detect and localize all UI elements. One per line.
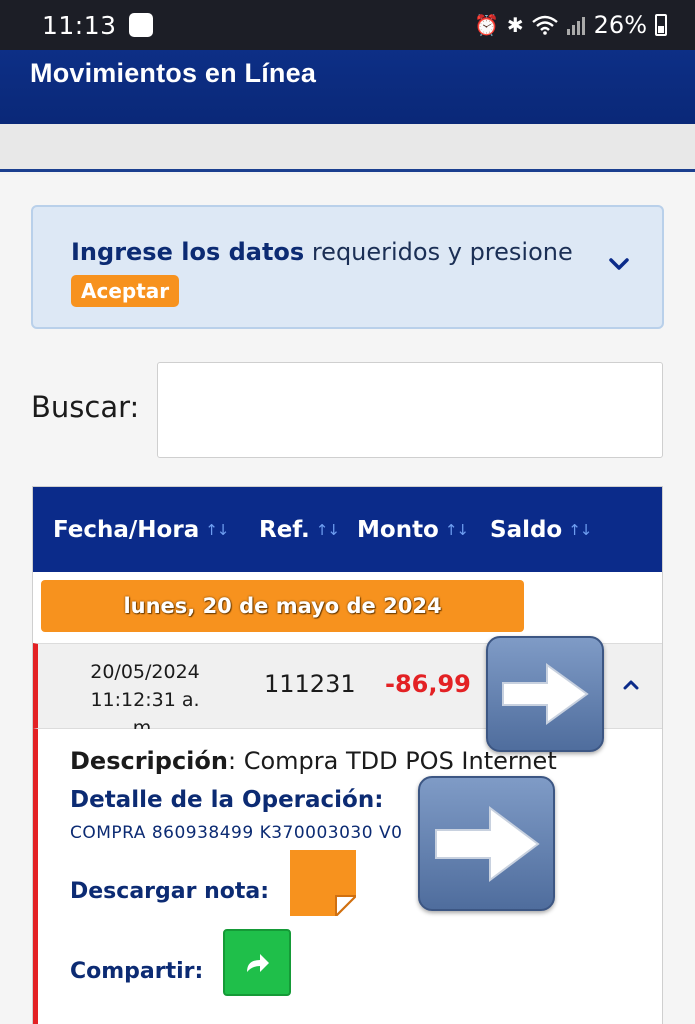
alarm-icon: ⏰ [473,13,499,37]
note-icon[interactable] [290,850,356,916]
search-label: Buscar: [31,390,140,424]
share-button[interactable] [223,929,291,996]
instructions-panel[interactable]: Ingrese los datos requeridos y presione … [31,205,664,329]
operation-value: COMPRA 860938499 K370003030 V0 [70,823,403,843]
date-group-label: lunes, 20 de mayo de 2024 [41,580,524,632]
chevron-down-icon[interactable] [608,253,630,275]
notification-icon [128,13,153,37]
app-header: Movimientos en Línea [0,50,695,124]
sort-icon: ↑↓ [568,520,592,539]
movements-table: Fecha/Hora ↑↓ Ref. ↑↓ Monto ↑↓ Saldo ↑↓ lune… [32,486,663,1024]
row-detail: Descripción: Compra TDD POS Internet Det… [33,729,662,1024]
status-time: 11:13 [42,10,117,40]
sort-icon: ↑↓ [444,520,469,539]
header-band [0,124,695,172]
status-icons: ⏰ ✱ 26% [474,11,667,39]
signal-icon [566,17,585,35]
right-arrow-emoji-icon [486,636,604,752]
accept-badge: Aceptar [71,275,180,307]
battery-icon [655,14,667,36]
column-header-fecha[interactable]: Fecha/Hora ↑↓ [53,517,259,543]
download-label: Descargar nota: [70,879,270,904]
sort-icon: ↑↓ [205,520,229,539]
page-title: Movimientos en Línea [30,58,317,88]
wifi-icon [531,15,558,35]
sort-icon: ↑↓ [315,520,340,539]
row-amount: -86,99 [385,670,471,698]
date-group-row: lunes, 20 de mayo de 2024 [33,572,662,643]
status-bar: 11:13 ⏰ ✱ 26% [0,0,695,50]
right-arrow-icon [502,663,589,725]
row-ref: 111231 [264,670,356,698]
column-header-ref[interactable]: Ref. ↑↓ [259,517,357,543]
column-header-monto[interactable]: Monto ↑↓ [357,517,490,543]
instructions-text: Ingrese los datos requeridos y presione … [71,233,624,309]
battery-percent: 26% [593,11,647,39]
main-content: Ingrese los datos requeridos y presione … [0,175,695,1024]
share-icon [247,953,269,972]
right-arrow-icon [434,805,540,882]
column-header-saldo[interactable]: Saldo ↑↓ [490,517,592,543]
chevron-up-icon[interactable] [622,676,640,694]
share-label: Compartir: [70,959,204,984]
right-arrow-emoji-icon [418,776,555,911]
search-input[interactable] [157,362,663,458]
description-line: Descripción: Compra TDD POS Internet [70,747,557,775]
operation-label: Detalle de la Operación: [70,787,384,813]
bluetooth-icon: ✱ [506,13,524,37]
table-header: Fecha/Hora ↑↓ Ref. ↑↓ Monto ↑↓ Saldo ↑↓ [33,487,662,572]
